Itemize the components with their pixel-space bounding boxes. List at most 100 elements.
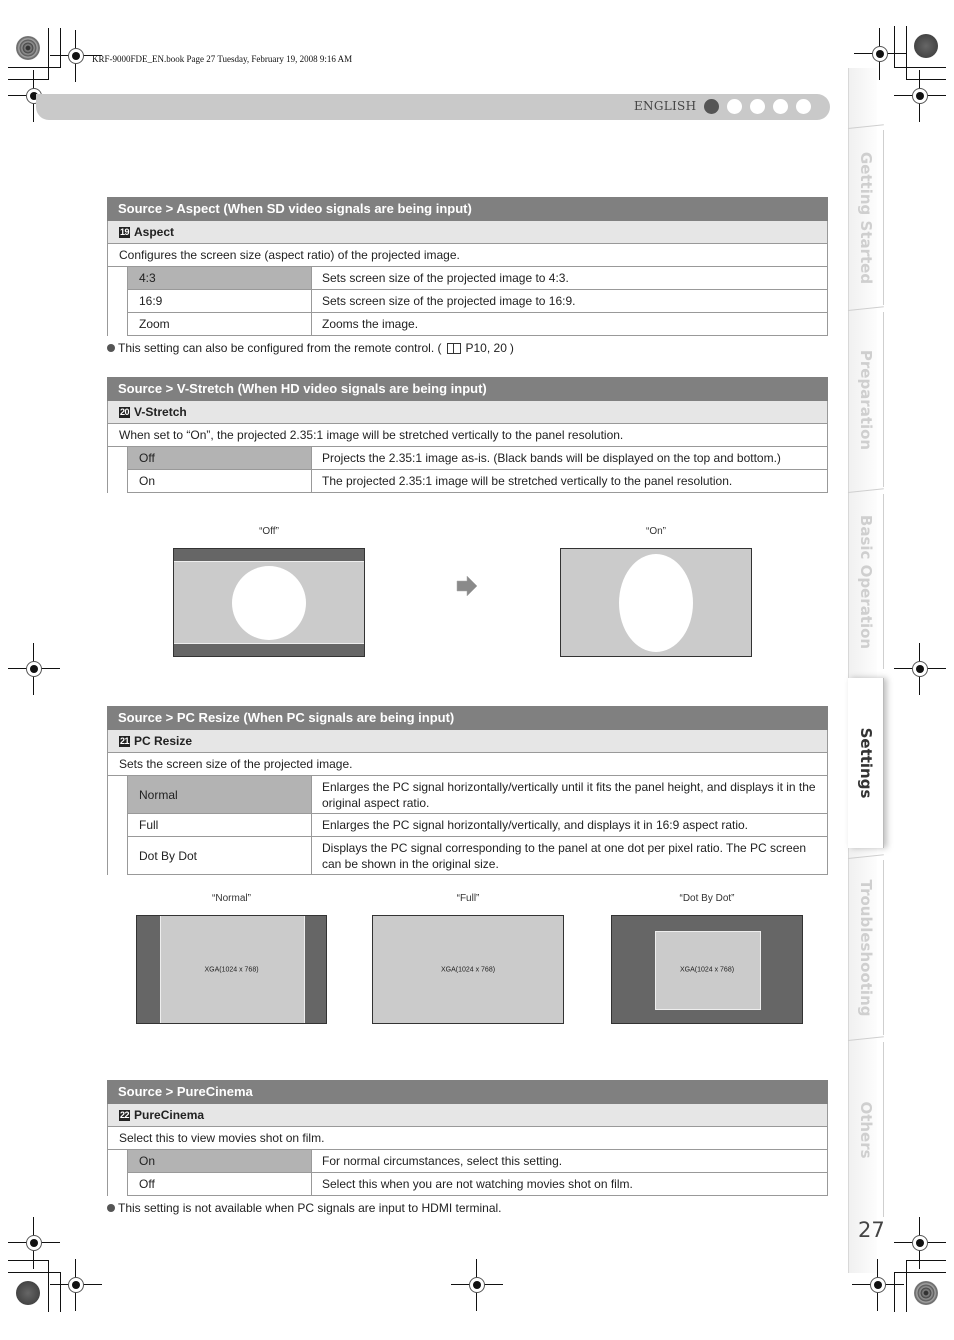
option-row: 4:3 Sets screen size of the projected im… bbox=[127, 267, 827, 290]
registration-mark bbox=[854, 28, 906, 80]
bullet-icon bbox=[107, 1204, 115, 1212]
options-table: Off Projects the 2.35:1 image as-is. (Bl… bbox=[107, 447, 828, 493]
stretched-ellipse-shape bbox=[619, 554, 693, 652]
crop-line bbox=[8, 67, 61, 68]
side-tab-label: Troubleshooting bbox=[856, 879, 875, 1016]
option-key: Normal bbox=[127, 776, 312, 813]
option-key: Zoom bbox=[127, 313, 312, 335]
crop-line bbox=[894, 1272, 946, 1273]
progress-dot-empty bbox=[750, 99, 765, 114]
setting-heading: 19 Aspect bbox=[107, 221, 828, 244]
crop-line bbox=[8, 1272, 61, 1273]
setting-heading: 21 PC Resize bbox=[107, 730, 828, 753]
option-description: Enlarges the PC signal horizontally/vert… bbox=[322, 818, 748, 832]
section-note: This setting is not available when PC si… bbox=[107, 1201, 828, 1215]
option-key: 16:9 bbox=[127, 290, 312, 312]
registration-mark bbox=[8, 643, 60, 695]
setting-description: When set to “On”, the projected 2.35:1 i… bbox=[107, 424, 828, 447]
registration-disc-top-right bbox=[914, 34, 938, 58]
side-tab-getting-started[interactable]: Getting Started bbox=[848, 130, 884, 305]
setting-name: PureCinema bbox=[134, 1108, 205, 1122]
option-row: Off Select this when you are not watchin… bbox=[127, 1173, 827, 1196]
crop-line bbox=[894, 67, 946, 68]
option-row: Normal Enlarges the PC signal horizontal… bbox=[127, 776, 827, 814]
side-tab-troubleshooting[interactable]: Troubleshooting bbox=[848, 860, 884, 1035]
side-tab-label: Settings bbox=[856, 727, 875, 799]
side-tab-label: Others bbox=[856, 1100, 875, 1159]
registration-mark bbox=[50, 1259, 102, 1311]
setting-number-badge: 21 bbox=[119, 735, 131, 747]
crop-line bbox=[48, 28, 49, 80]
note-text: This setting is not available when PC si… bbox=[118, 1201, 502, 1215]
side-tab-preparation[interactable]: Preparation bbox=[848, 312, 884, 487]
section-title: Source > Aspect (When SD video signals a… bbox=[107, 197, 828, 221]
illustration-pc-full: XGA(1024 x 768) bbox=[372, 915, 564, 1024]
options-table: 4:3 Sets screen size of the projected im… bbox=[107, 267, 828, 336]
signal-label: XGA(1024 x 768) bbox=[440, 966, 496, 973]
option-description: Sets screen size of the projected image … bbox=[322, 271, 569, 285]
section-title: Source > PC Resize (When PC signals are … bbox=[107, 706, 828, 730]
side-tab-label: Preparation bbox=[856, 349, 875, 450]
option-key: Off bbox=[127, 1173, 312, 1195]
option-row: Zoom Zooms the image. bbox=[127, 313, 827, 336]
option-key: Full bbox=[127, 814, 312, 836]
book-reference-icon bbox=[446, 342, 461, 354]
option-description: The projected 2.35:1 image will be stret… bbox=[322, 474, 733, 488]
signal-label: XGA(1024 x 768) bbox=[204, 966, 259, 973]
option-key: On bbox=[127, 470, 312, 492]
setting-number-badge: 19 bbox=[119, 226, 131, 238]
registration-mark bbox=[8, 1217, 60, 1269]
option-description: Select this when you are not watching mo… bbox=[322, 1177, 633, 1191]
illustration-caption-dot-by-dot: “Dot By Dot” bbox=[679, 893, 735, 904]
section-title: Source > V-Stretch (When HD video signal… bbox=[107, 377, 828, 401]
progress-dot-filled bbox=[704, 99, 719, 114]
illustration-v-stretch-on bbox=[560, 548, 752, 657]
option-row: Full Enlarges the PC signal horizontally… bbox=[127, 814, 827, 837]
side-tab-settings[interactable]: Settings bbox=[848, 678, 884, 848]
registration-mark bbox=[852, 1259, 904, 1311]
section-title: Source > PureCinema bbox=[107, 1080, 828, 1104]
option-key: Dot By Dot bbox=[127, 837, 312, 874]
option-description: Enlarges the PC signal horizontally/vert… bbox=[322, 779, 816, 810]
chapter-progress-dots bbox=[704, 99, 811, 114]
setting-number-badge: 20 bbox=[119, 406, 131, 418]
options-table: Normal Enlarges the PC signal horizontal… bbox=[107, 776, 828, 875]
side-tab-others[interactable]: Others bbox=[848, 1042, 884, 1217]
option-row: Off Projects the 2.35:1 image as-is. (Bl… bbox=[127, 447, 827, 470]
section-aspect: Source > Aspect (When SD video signals a… bbox=[107, 197, 828, 355]
option-description: Zooms the image. bbox=[322, 317, 419, 331]
option-row: Dot By Dot Displays the PC signal corres… bbox=[127, 837, 827, 875]
page-reference-link[interactable]: P10, 20 bbox=[466, 341, 507, 355]
crop-line bbox=[48, 1260, 49, 1312]
crop-line bbox=[906, 26, 907, 80]
illustration-caption-off: “Off” bbox=[259, 526, 279, 537]
crop-line bbox=[894, 26, 895, 68]
black-band-bottom bbox=[174, 643, 364, 656]
illustration-caption-normal: “Normal” bbox=[212, 893, 251, 904]
side-tab-basic-operation[interactable]: Basic Operation bbox=[848, 494, 884, 669]
option-description: Displays the PC signal corresponding to … bbox=[322, 840, 807, 871]
option-key: Off bbox=[127, 447, 312, 469]
book-meta-line: KRF-9000FDE_EN.book Page 27 Tuesday, Feb… bbox=[92, 54, 353, 64]
note-text-end: ) bbox=[509, 341, 514, 355]
section-pc-resize: Source > PC Resize (When PC signals are … bbox=[107, 706, 828, 875]
crop-line bbox=[8, 1260, 49, 1261]
setting-description: Select this to view movies shot on film. bbox=[107, 1127, 828, 1150]
registration-disc-top-left bbox=[16, 36, 40, 60]
crop-line bbox=[906, 79, 946, 80]
crop-line bbox=[60, 28, 61, 68]
registration-mark bbox=[50, 30, 102, 82]
page-number: 27 bbox=[858, 1218, 885, 1242]
option-row: On For normal circumstances, select this… bbox=[127, 1150, 827, 1173]
setting-name: Aspect bbox=[134, 225, 175, 239]
progress-dot-empty bbox=[773, 99, 788, 114]
option-key: 4:3 bbox=[127, 267, 312, 289]
crop-line bbox=[8, 79, 49, 80]
option-description: Projects the 2.35:1 image as-is. (Black … bbox=[322, 451, 781, 465]
crop-line bbox=[894, 1272, 895, 1312]
setting-heading: 22 PureCinema bbox=[107, 1104, 828, 1127]
section-purecinema: Source > PureCinema 22 PureCinema Select… bbox=[107, 1080, 828, 1215]
setting-name: V-Stretch bbox=[134, 405, 187, 419]
signal-label: XGA(1024 x 768) bbox=[679, 966, 735, 973]
side-tab-label: Getting Started bbox=[856, 151, 875, 284]
